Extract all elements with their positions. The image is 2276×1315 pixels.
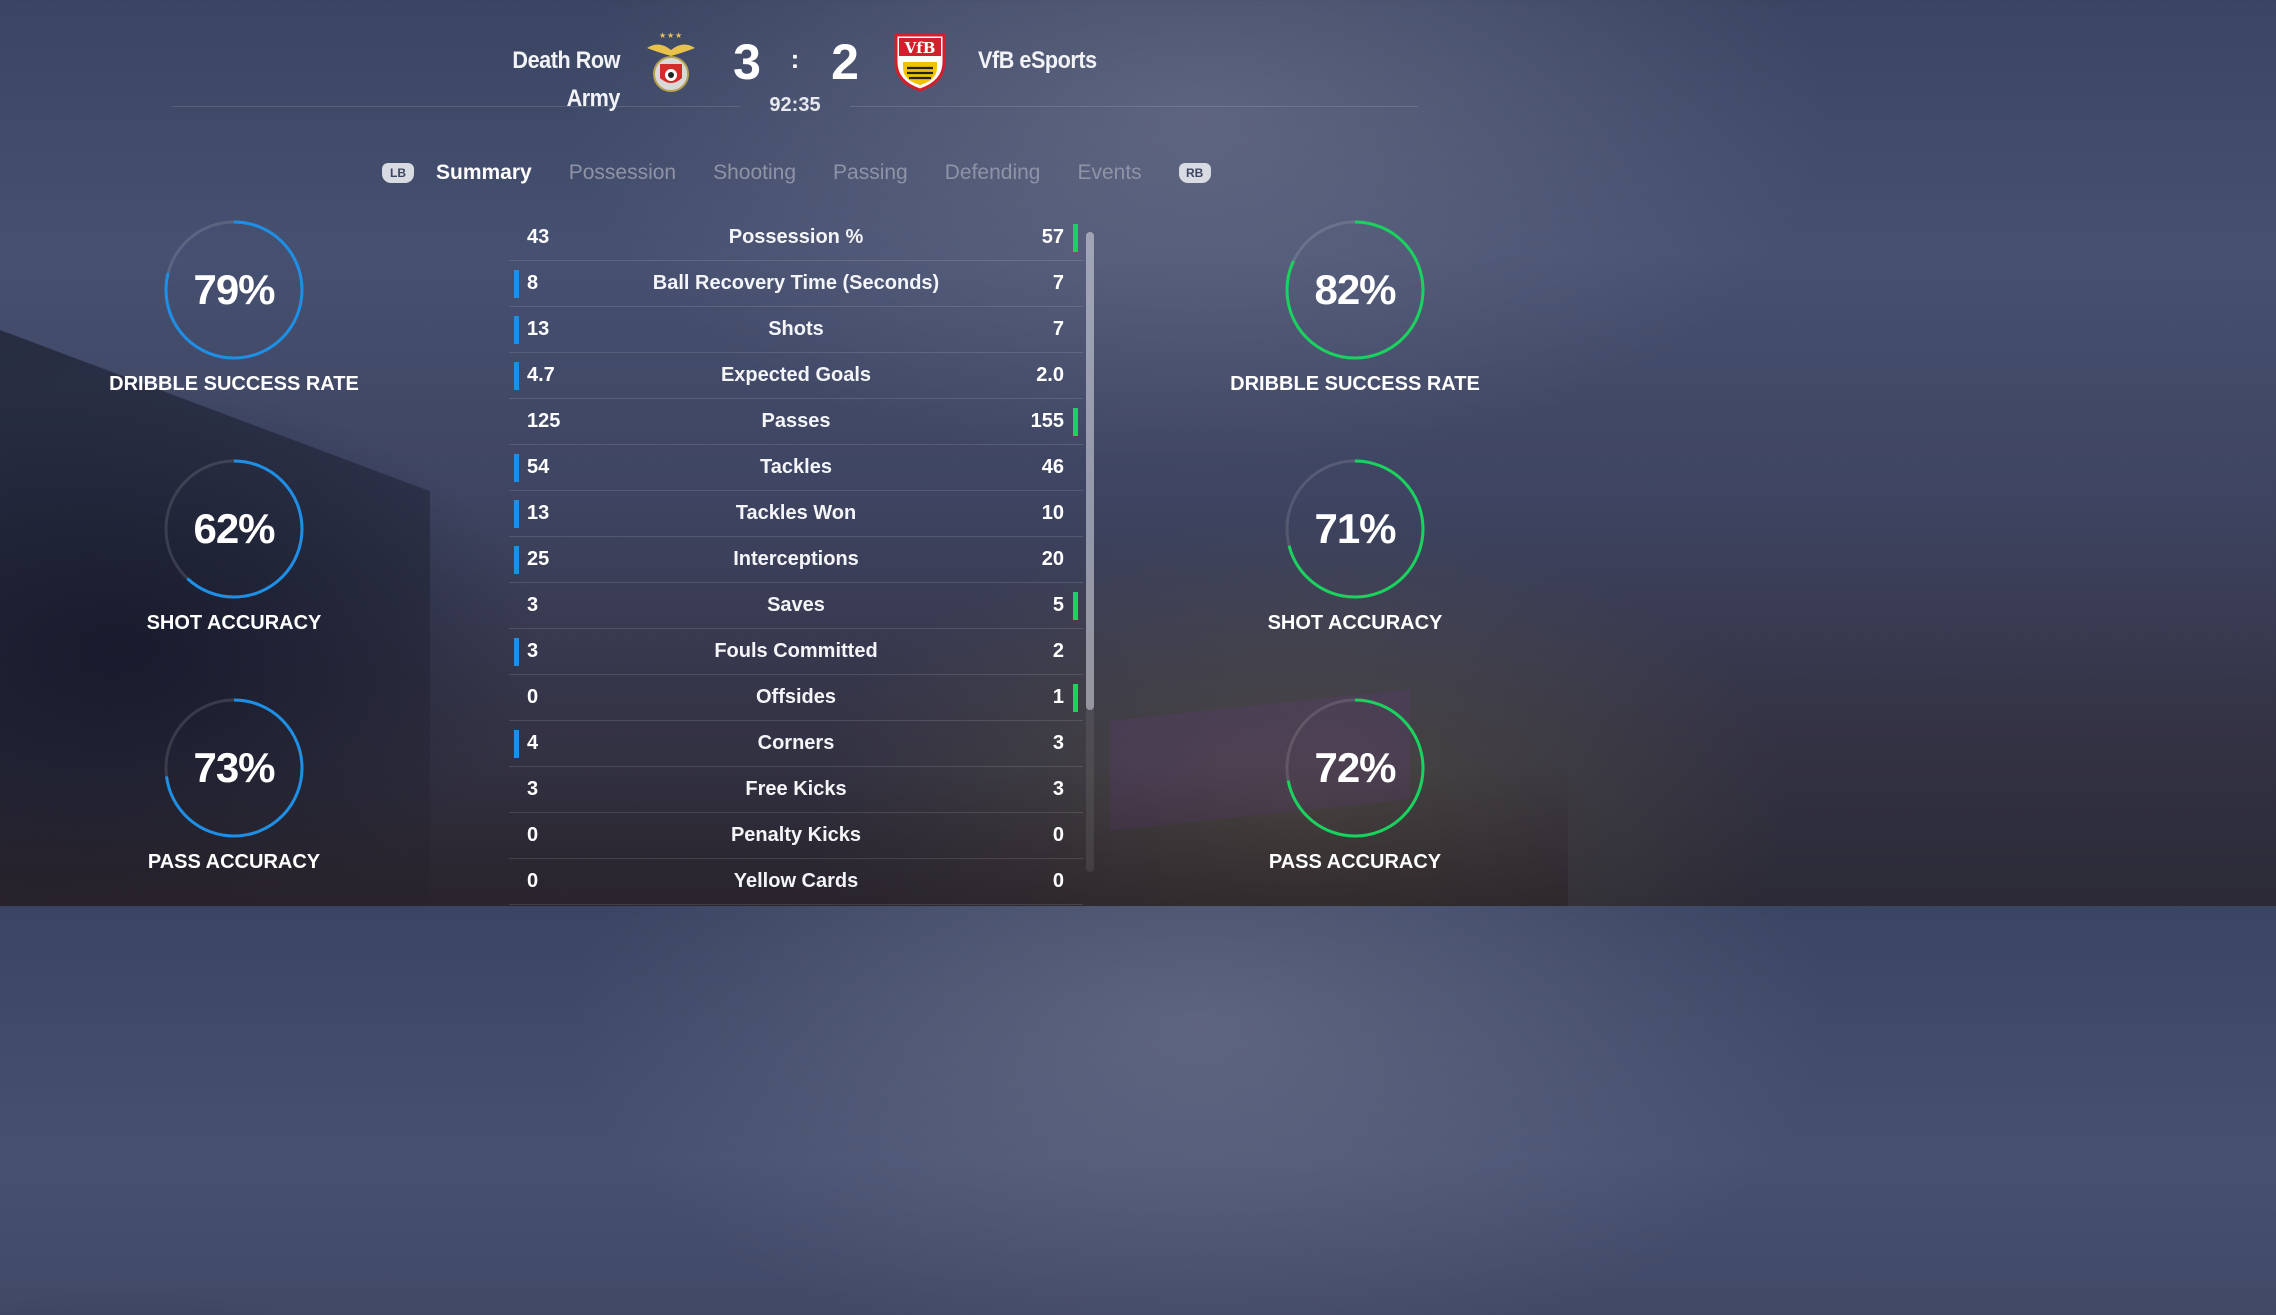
away-pass-label: PASS ACCURACY: [1268, 851, 1442, 873]
away-stat-value: 3: [1052, 778, 1064, 800]
home-dribble-label: DRIBBLE SUCCESS RATE: [109, 373, 359, 395]
match-clock: 92:35: [769, 94, 821, 116]
away-dribble-value: 82%: [1314, 266, 1396, 313]
stat-label: Possession %: [728, 226, 864, 248]
home-crest-icon: ★ ★ ★: [647, 31, 695, 92]
home-dribble-value: 79%: [193, 266, 275, 313]
home-shot-value: 62%: [193, 505, 275, 552]
home-pass-value: 73%: [193, 744, 275, 791]
away-stat-value: 155: [1030, 410, 1064, 432]
svg-text:VfB: VfB: [904, 39, 936, 57]
stat-row: 3 Saves 5: [509, 583, 1083, 629]
stats-tab-bar: LB Summary Possession Shooting Passing D…: [382, 156, 1211, 190]
stat-label: Tackles Won: [735, 502, 857, 524]
stat-row: 4.7 Expected Goals 2.0: [509, 353, 1083, 399]
away-stat-value: 3: [1052, 732, 1064, 754]
away-shot-label: SHOT ACCURACY: [1267, 612, 1443, 634]
stat-label: Passes: [761, 410, 831, 432]
away-stat-value: 0: [1052, 824, 1064, 846]
away-stat-value: 1: [1052, 686, 1064, 708]
away-stat-value: 10: [1041, 502, 1064, 524]
stat-label: Expected Goals: [720, 364, 872, 386]
stat-row: 25 Interceptions 20: [509, 537, 1083, 583]
svg-text:★: ★: [667, 31, 674, 40]
away-stat-value: 0: [1052, 870, 1064, 892]
away-stat-value: 7: [1052, 318, 1064, 340]
away-stat-value: 2: [1052, 640, 1064, 662]
stats-scrollbar[interactable]: [1086, 232, 1094, 872]
away-shot-value: 71%: [1314, 505, 1396, 552]
stat-row: 0 Yellow Cards 0: [509, 859, 1083, 905]
header-divider-right: [850, 106, 1418, 107]
svg-text:★: ★: [675, 31, 682, 40]
stat-row: 3 Fouls Committed 2: [509, 629, 1083, 675]
away-crest-icon: VfB: [894, 33, 946, 92]
stat-label: Yellow Cards: [733, 870, 859, 892]
away-pass-value: 72%: [1314, 744, 1396, 791]
header-divider-left: [172, 106, 740, 107]
stat-row: 125 Passes 155: [509, 399, 1083, 445]
tab-passing[interactable]: Passing: [833, 161, 908, 185]
stat-label: Tackles: [760, 456, 832, 478]
stat-label: Shots: [768, 318, 824, 340]
stat-row: 13 Tackles Won 10: [509, 491, 1083, 537]
home-shot-label: SHOT ACCURACY: [146, 612, 322, 634]
tab-shooting[interactable]: Shooting: [713, 161, 796, 185]
away-stat-value: 7: [1052, 272, 1064, 294]
away-stat-value: 57: [1041, 226, 1064, 248]
stat-label: Penalty Kicks: [730, 824, 862, 846]
stat-row: 13 Shots 7: [509, 307, 1083, 353]
away-stat-value: 2.0: [1036, 364, 1064, 386]
stat-label: Offsides: [755, 686, 837, 708]
stat-label: Interceptions: [733, 548, 859, 570]
home-pass-label: PASS ACCURACY: [147, 851, 321, 873]
away-stat-value: 46: [1041, 456, 1064, 478]
away-score: 2: [831, 34, 859, 90]
lb-button-icon[interactable]: LB: [382, 163, 414, 183]
stat-row: 8 Ball Recovery Time (Seconds) 7: [509, 261, 1083, 307]
home-score: 3: [733, 34, 761, 90]
stats-scrollbar-thumb[interactable]: [1086, 232, 1094, 710]
stat-row: 3 Free Kicks 3: [509, 767, 1083, 813]
stat-row: 0 Offsides 1: [509, 675, 1083, 721]
tab-summary[interactable]: Summary: [436, 161, 532, 185]
home-team-name: Death Row Army: [512, 47, 620, 112]
stat-label: Free Kicks: [745, 778, 847, 800]
stat-label: Saves: [767, 594, 825, 616]
stat-row: 0 Penalty Kicks 0: [509, 813, 1083, 859]
away-stat-value: 5: [1052, 594, 1064, 616]
stat-label: Corners: [757, 732, 835, 754]
stat-label: Ball Recovery Time (Seconds): [652, 272, 940, 294]
rb-button-icon[interactable]: RB: [1178, 163, 1211, 183]
away-team-name: VfB eSports: [978, 47, 1097, 74]
stat-label: Fouls Committed: [714, 640, 878, 662]
away-dribble-label: DRIBBLE SUCCESS RATE: [1230, 373, 1480, 395]
score-separator: :: [790, 44, 800, 74]
tab-defending[interactable]: Defending: [945, 161, 1041, 185]
stat-row: 4 Corners 3: [509, 721, 1083, 767]
away-stat-value: 20: [1041, 548, 1064, 570]
svg-text:★: ★: [659, 31, 666, 40]
tab-events[interactable]: Events: [1077, 161, 1141, 185]
tab-possession[interactable]: Possession: [569, 161, 676, 185]
stat-row: 43 Possession % 57: [509, 215, 1083, 261]
stat-row: 54 Tackles 46: [509, 445, 1083, 491]
match-stats-table: 43 Possession % 57 8 Ball Recovery Time (Sec…: [509, 215, 1083, 905]
